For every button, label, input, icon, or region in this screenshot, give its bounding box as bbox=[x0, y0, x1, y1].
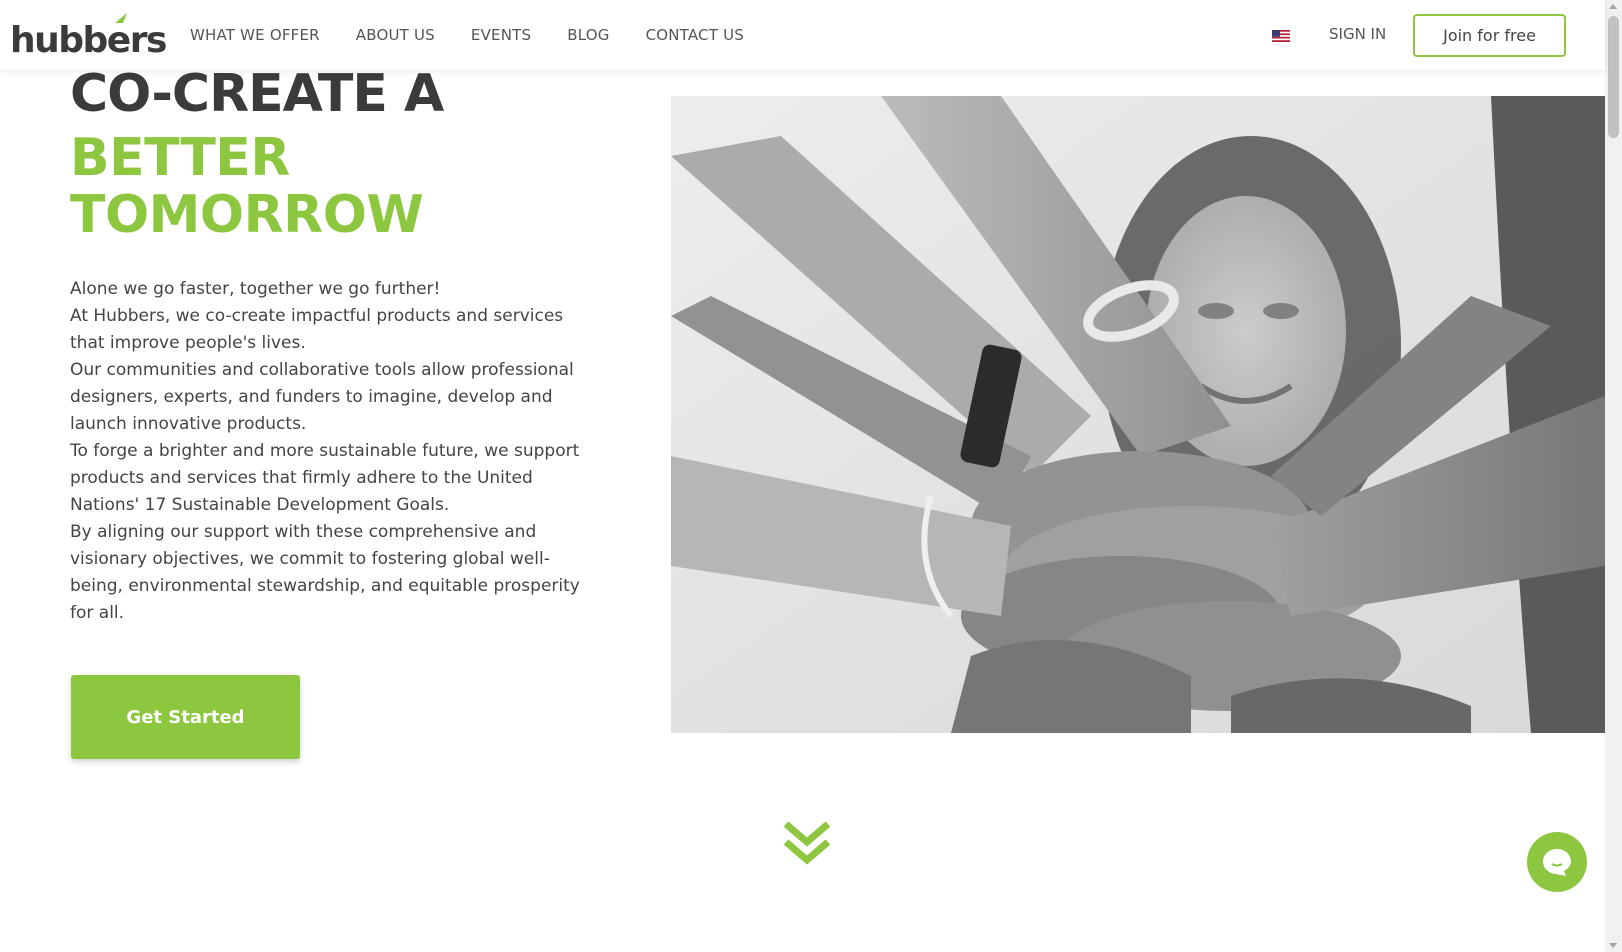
nav-blog[interactable]: BLOG bbox=[567, 26, 609, 44]
hero-paragraph: Our communities and collaborative tools … bbox=[70, 360, 574, 434]
hero-title-line-1: CO-CREATE A bbox=[70, 64, 444, 124]
nav-contact-us[interactable]: CONTACT US bbox=[646, 26, 744, 44]
nav-about-us[interactable]: ABOUT US bbox=[356, 26, 435, 44]
us-flag-icon[interactable] bbox=[1272, 30, 1290, 42]
scroll-down-arrow-icon[interactable] bbox=[1609, 943, 1617, 948]
main-nav: WHAT WE OFFER ABOUT US EVENTS BLOG CONTA… bbox=[190, 0, 780, 70]
sign-in-link[interactable]: SIGN IN bbox=[1329, 25, 1386, 43]
chat-widget-button[interactable] bbox=[1527, 832, 1587, 892]
page-scrollbar[interactable] bbox=[1605, 0, 1622, 952]
chat-bubble-icon bbox=[1543, 849, 1571, 876]
hero-title-line-2: BETTER bbox=[70, 128, 290, 188]
scroll-thumb[interactable] bbox=[1608, 16, 1619, 138]
logo-text: hubbers bbox=[10, 20, 167, 61]
hero-title-line-3: TOMORROW bbox=[70, 185, 424, 245]
hero-paragraph: By aligning our support with these compr… bbox=[70, 522, 580, 623]
scroll-up-arrow-icon[interactable] bbox=[1609, 4, 1617, 9]
hubbers-logo[interactable]: hubbers bbox=[10, 12, 167, 61]
hero-title: CO-CREATE A BETTER TOMORROW bbox=[70, 64, 444, 245]
hero-paragraph: To forge a brighter and more sustainable… bbox=[70, 441, 580, 515]
get-started-button[interactable]: Get Started bbox=[71, 675, 300, 759]
double-chevron-down-icon[interactable] bbox=[784, 820, 830, 866]
site-header: hubbers WHAT WE OFFER ABOUT US EVENTS BL… bbox=[0, 0, 1605, 70]
nav-events[interactable]: EVENTS bbox=[471, 26, 531, 44]
join-for-free-button[interactable]: Join for free bbox=[1413, 14, 1566, 57]
hero-paragraph: At Hubbers, we co-create impactful produ… bbox=[70, 306, 564, 353]
hero-description: Alone we go faster, together we go furth… bbox=[70, 276, 580, 627]
nav-what-we-offer[interactable]: WHAT WE OFFER bbox=[190, 26, 320, 44]
hands-together-photo bbox=[671, 96, 1605, 733]
hero-image bbox=[671, 96, 1605, 733]
logo-leaf-icon bbox=[115, 13, 127, 23]
hero-paragraph: Alone we go faster, together we go furth… bbox=[70, 279, 441, 299]
